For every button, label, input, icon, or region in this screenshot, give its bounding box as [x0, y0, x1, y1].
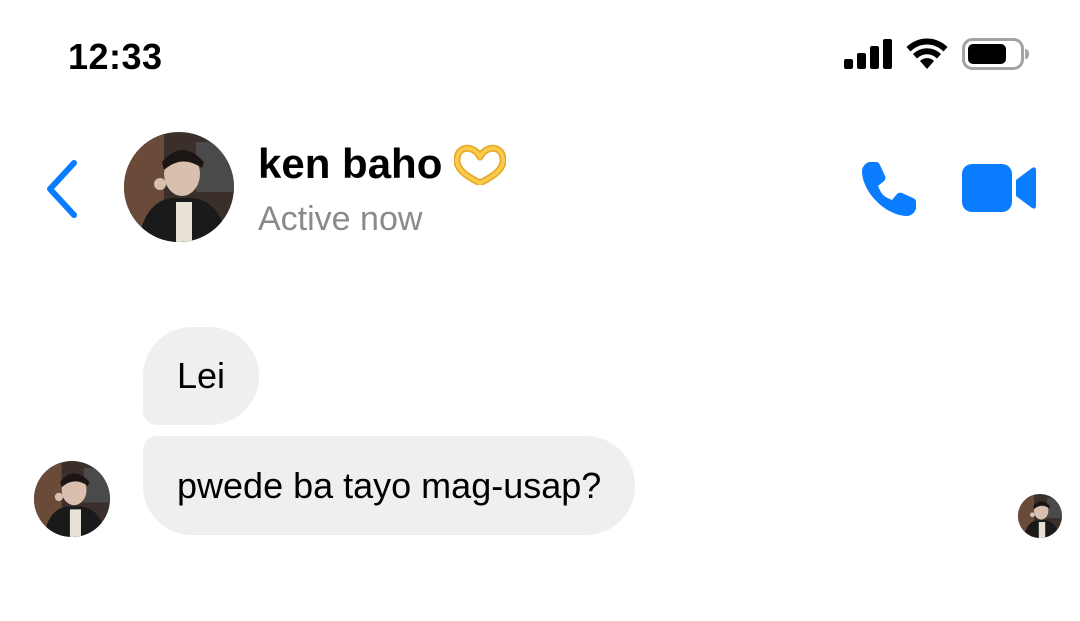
video-call-button[interactable]	[960, 162, 1038, 214]
battery-icon	[962, 38, 1029, 70]
message-text: Lei	[177, 355, 226, 396]
back-button[interactable]	[38, 154, 86, 224]
message-bubble[interactable]: pwede ba tayo mag-usap?	[143, 436, 636, 535]
phone-icon	[862, 162, 916, 216]
audio-call-button[interactable]	[858, 158, 920, 220]
status-icons	[844, 38, 1030, 70]
message-text: pwede ba tayo mag-usap?	[177, 464, 602, 506]
message-bubble[interactable]: Lei	[143, 327, 260, 425]
seen-receipt-avatar	[1018, 494, 1062, 538]
heart-hands-emoji-icon	[454, 144, 507, 185]
status-time: 12:33	[68, 36, 163, 77]
cellular-signal-icon	[844, 39, 892, 69]
video-camera-icon	[962, 164, 1036, 212]
wifi-icon	[906, 38, 948, 69]
chevron-left-icon	[47, 160, 77, 218]
sender-avatar[interactable]	[34, 461, 110, 537]
contact-name[interactable]: ken baho	[258, 140, 507, 188]
contact-name-text: ken baho	[258, 140, 443, 187]
contact-avatar[interactable]	[124, 132, 234, 242]
active-status: Active now	[258, 200, 423, 238]
